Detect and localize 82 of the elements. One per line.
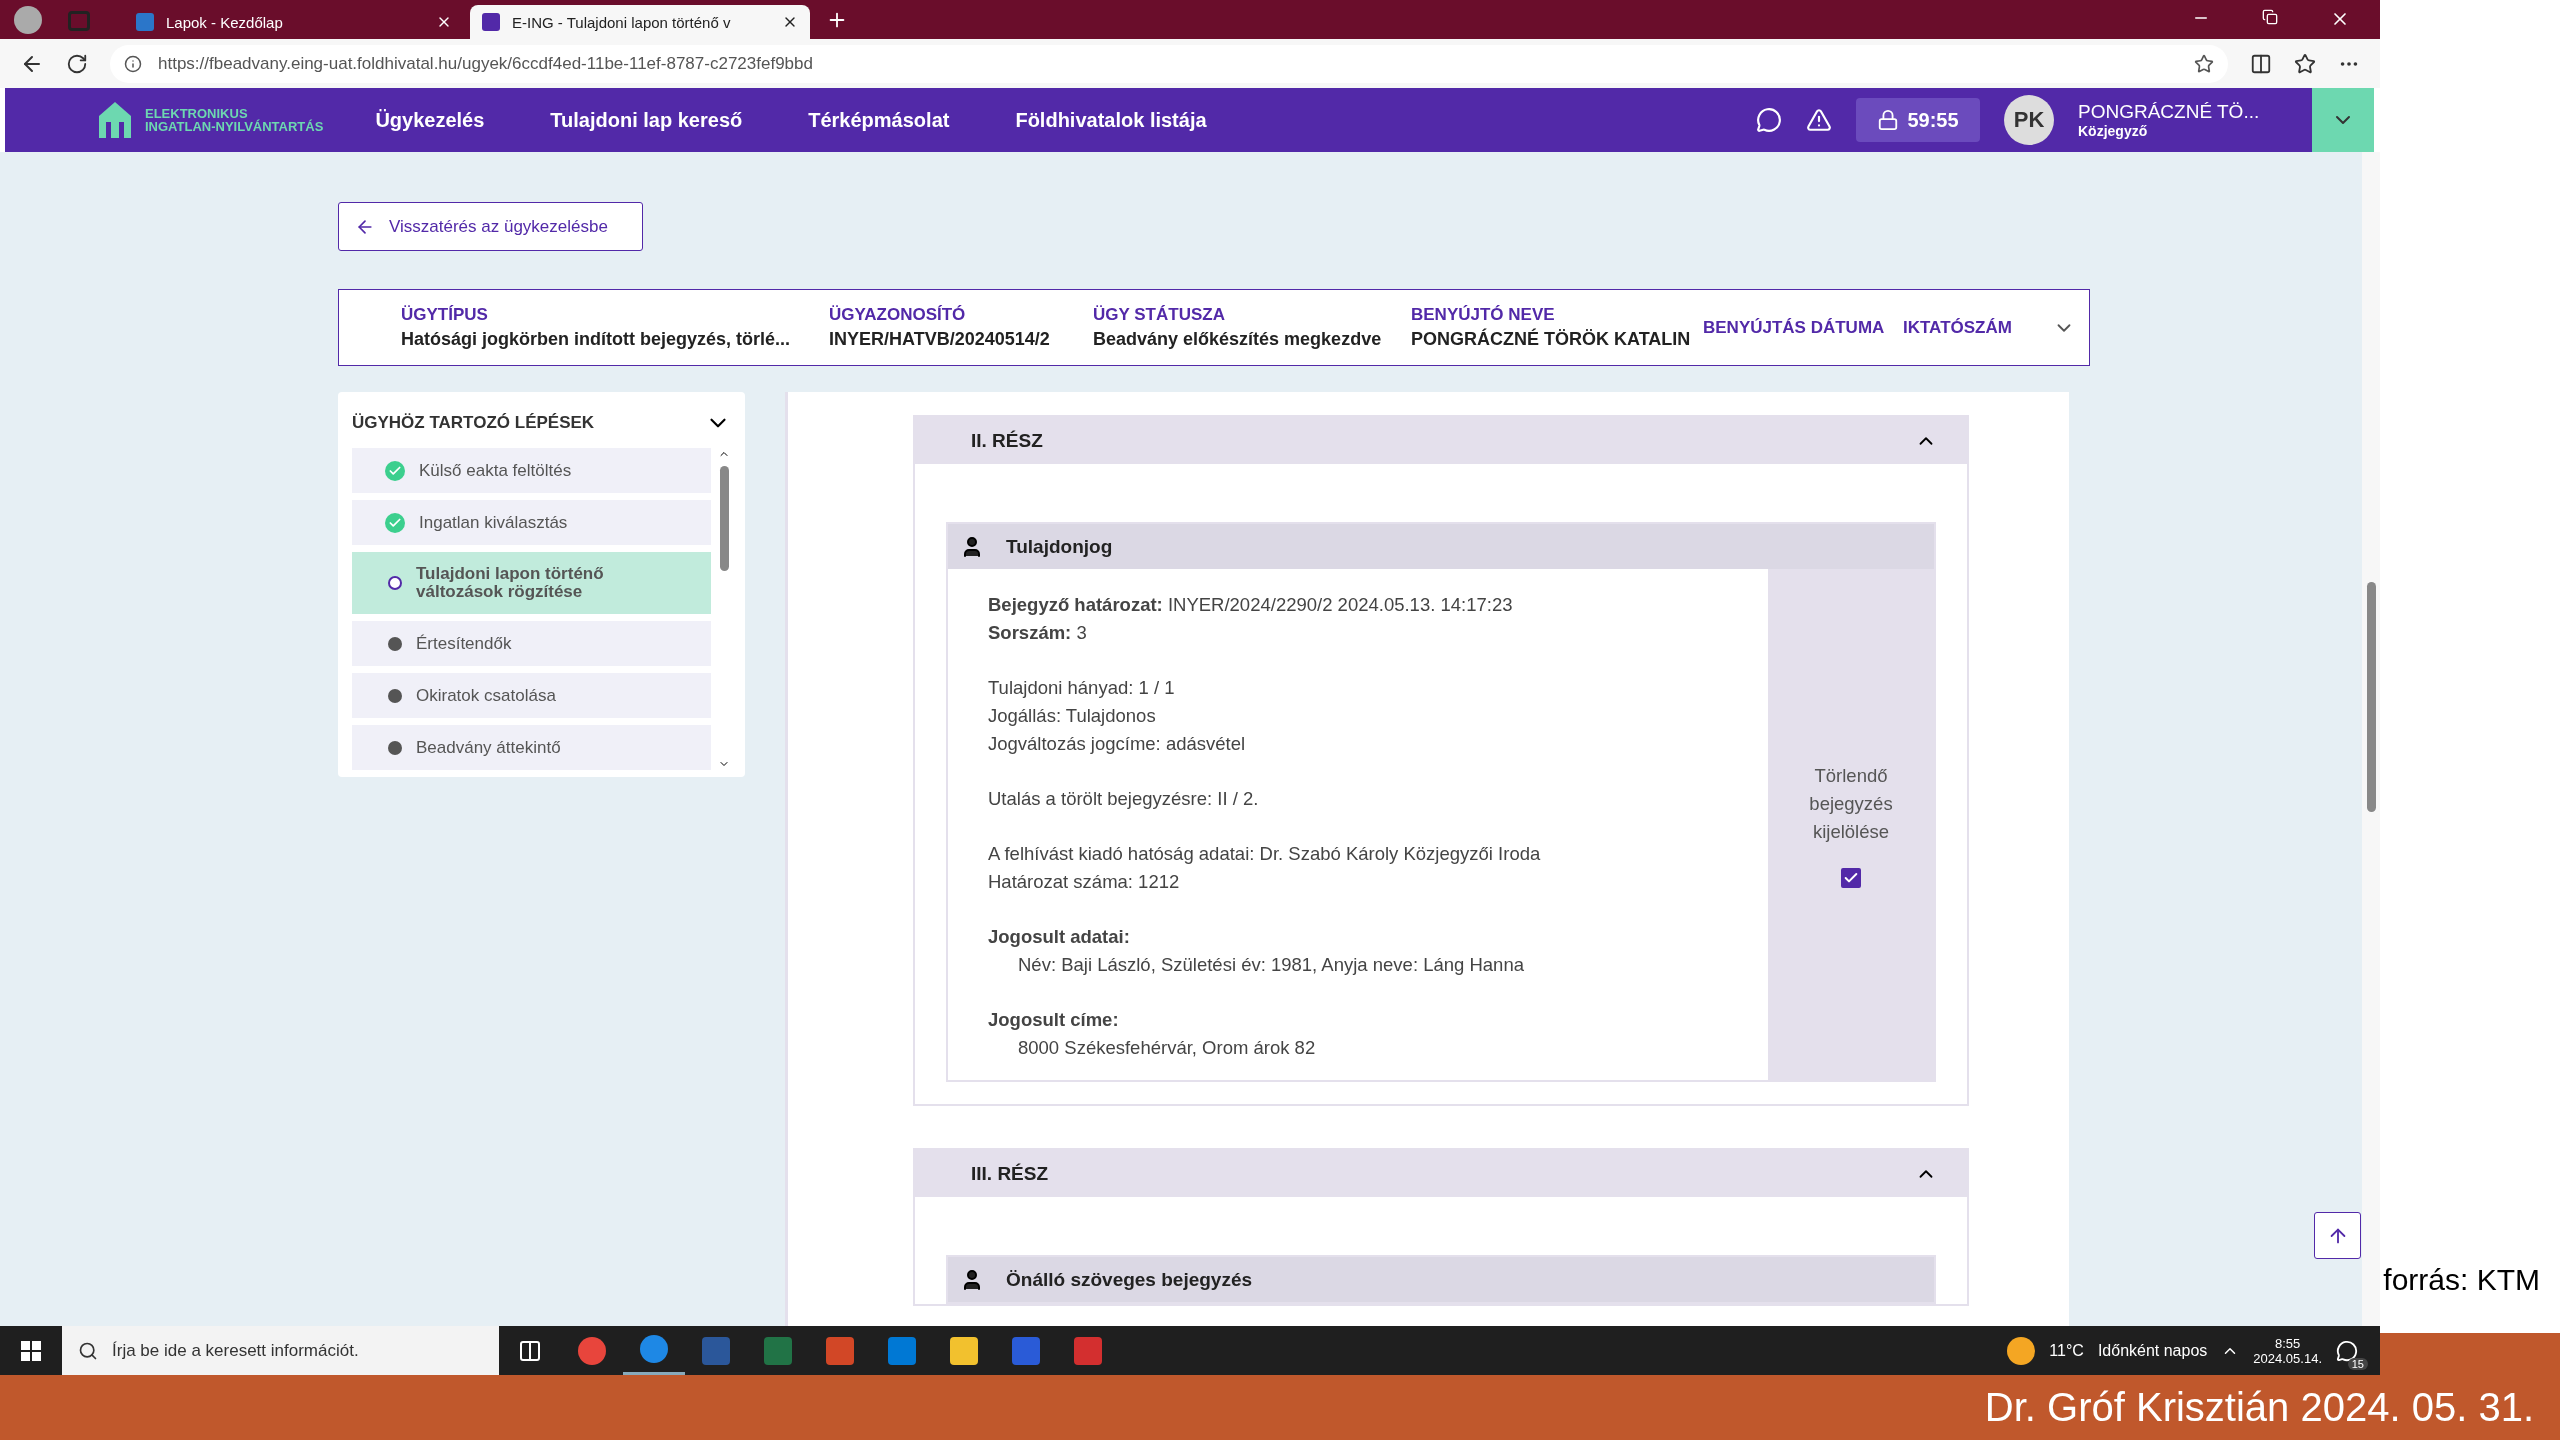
nav-link[interactable]: Térképmásolat — [808, 108, 950, 132]
star-icon[interactable] — [2194, 53, 2214, 74]
info-label: BENYÚJTÓ NEVE — [1411, 305, 1556, 325]
site-info-icon — [124, 54, 142, 73]
entry-field: Sorszám: 3 — [988, 619, 1768, 647]
user-avatar: PK — [2004, 95, 2054, 145]
info-label: BENYÚJTÁS DÁTUMA — [1703, 317, 1886, 338]
entry-text: Jogállás: Tulajdonos — [988, 704, 1157, 728]
taskbar-app-icon[interactable] — [640, 1335, 668, 1363]
scrollbar-thumb[interactable] — [719, 466, 729, 571]
entry-text: Jogváltozás jogcíme: adásvétel — [988, 732, 1247, 756]
entry-text: A felhívást kiadó hatóság adatai: Dr. Szabó Károly Közjegyzői Iroda — [988, 842, 1542, 866]
entry-text: Tulajdoni hányad: 1 / 1 — [988, 676, 1176, 700]
slide-footer: Dr. Gróf Krisztián 2024. 05. 31. — [1984, 1385, 2534, 1430]
info-label: ÜGYAZONOSÍTÓ — [829, 305, 967, 325]
entry-text: Név: Baji László, Születési év: 1981, Anyja neve: Láng Hanna — [1017, 953, 1525, 977]
windows-start-icon[interactable] — [21, 1340, 41, 1361]
reload-icon[interactable] — [66, 52, 88, 75]
task-view-icon[interactable] — [518, 1338, 542, 1363]
step-item[interactable]: Tulajdoni lapon történő változások rögzítése — [352, 552, 712, 614]
scrollbar-thumb[interactable] — [2366, 582, 2376, 812]
delete-selection-label: Törlendő bejegyzés kijelölése — [1808, 763, 1894, 844]
entry-heading: Jogosult címe: — [988, 1008, 1120, 1032]
notification-count: 15 — [2347, 1357, 2368, 1370]
browser-tab[interactable]: E-ING - Tulajdoni lapon történő v — [470, 5, 810, 39]
notification-icon[interactable] — [2336, 1339, 2358, 1362]
user-role: Közjegyző — [2078, 123, 2149, 139]
weather-icon — [2007, 1336, 2036, 1365]
source-note: forrás: KTM — [2383, 1263, 2541, 1298]
steps-title: ÜGYHÖZ TARTOZÓ LÉPÉSEK — [352, 413, 595, 433]
site-icon — [482, 13, 500, 31]
info-label: ÜGYTÍPUS — [401, 305, 489, 325]
checkbox[interactable] — [1841, 867, 1861, 888]
info-label: ÜGY STÁTUSZA — [1093, 305, 1226, 325]
chat-icon[interactable] — [1756, 107, 1782, 133]
step-item[interactable]: Okiratok csatolása — [352, 673, 712, 718]
entry-field: Bejegyző határozat: INYER/2024/2290/2 2024.05.13. 14:17:23 — [988, 591, 1768, 619]
profile-avatar — [14, 6, 42, 34]
clock-date: 2024.05.14. — [2253, 1350, 2322, 1366]
taskbar-app-icon[interactable] — [950, 1336, 978, 1365]
nav-link[interactable]: Földhivatalok listája — [1015, 108, 1207, 132]
nav-link[interactable]: Ügykezelés — [375, 108, 485, 132]
scroll-to-top-button[interactable] — [2314, 1212, 2361, 1259]
page-scrollbar[interactable] — [2362, 152, 2380, 1326]
step-item[interactable]: Külső eakta feltöltés — [352, 448, 712, 493]
info-label: IKTATÓSZÁM — [1903, 317, 2013, 338]
step-item[interactable]: Értesítendők — [352, 621, 712, 666]
section-header[interactable]: III. RÉSZ — [915, 1150, 1967, 1197]
site-icon — [136, 13, 154, 31]
info-value: INYER/HATVB/20240514/2 — [829, 329, 1051, 350]
entry-heading: Jogosult adatai: — [988, 925, 1131, 949]
info-value: PONGRÁCZNÉ TÖRÖK KATALIN — [1411, 329, 1692, 350]
split-screen-icon[interactable] — [2250, 52, 2272, 75]
section-header[interactable]: II. RÉSZ — [915, 417, 1967, 464]
warning-icon[interactable] — [1806, 107, 1832, 133]
lock-icon — [1877, 109, 1900, 131]
taskbar-app-icon[interactable] — [578, 1336, 606, 1365]
favorites-icon[interactable] — [2294, 52, 2316, 75]
step-item[interactable]: Ingatlan kiválasztás — [352, 500, 712, 545]
tab-actions-icon — [68, 11, 90, 31]
back-button[interactable]: Visszatérés az ügykezelésbe — [338, 202, 643, 251]
search-icon — [78, 1340, 98, 1361]
restore-icon[interactable] — [2262, 9, 2278, 25]
clock-time: 8:55 — [2275, 1335, 2301, 1351]
step-item[interactable]: Beadvány áttekintő — [352, 725, 712, 770]
browser-tab[interactable]: Lapok - Kezdőlap — [124, 5, 464, 39]
user-name: PONGRÁCZNÉ TÖ... — [2078, 101, 2261, 123]
entry-text: 8000 Székesfehérvár, Orom árok 82 — [1017, 1036, 1317, 1060]
entry-text: Határozat száma: 1212 — [988, 870, 1181, 894]
entry-title: Tulajdonjog — [1006, 535, 1113, 558]
weather-text: Időnként napos — [2097, 1341, 2208, 1360]
taskbar-search-field[interactable]: Írja be ide a keresett információt. — [62, 1326, 499, 1375]
nav-link[interactable]: Tulajdoni lap kereső — [550, 108, 743, 132]
info-value: Beadvány előkészítés megkezdve — [1093, 329, 1383, 350]
session-timer: 59:55 — [1856, 98, 1980, 142]
entry-title: Önálló szöveges bejegyzés — [1006, 1268, 1253, 1291]
info-value: Hatósági jogkörben indított bejegyzés, törlé... — [401, 329, 792, 350]
address-field[interactable]: https://fbeadvany.eing-uat.foldhivatal.hu/ugyek/6ccdf4ed-11be-11ef-8787-c2723fef9bbd — [110, 44, 2228, 83]
entry-text: Utalás a törölt bejegyzésre: II / 2. — [988, 787, 1260, 811]
house-logo-icon — [97, 100, 133, 140]
temperature: 11°C — [2049, 1341, 2084, 1360]
logo-text: ELEKTRONIKUS INGATLAN-NYILVÁNTARTÁS — [145, 107, 324, 133]
